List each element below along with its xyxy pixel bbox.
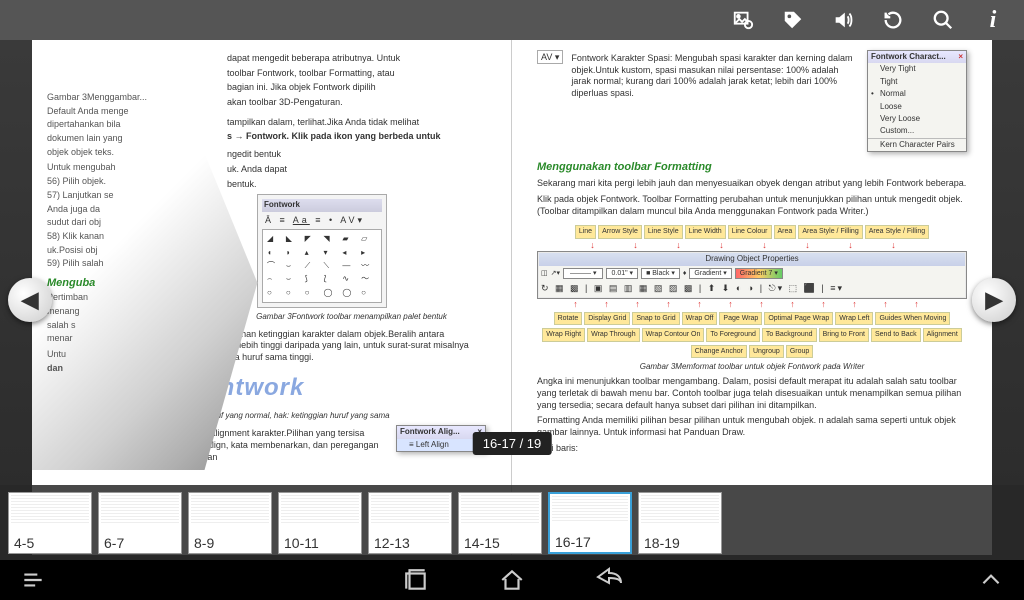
thumbnail[interactable]: 14-15 [458,492,542,554]
text: akan toolbar 3D-Pengaturan. [227,97,486,109]
text: bentuk. [227,179,486,191]
text: Formatting Anda memiliki pilihan besar p… [537,415,967,438]
heading: Menggunakan toolbar Formatting [537,160,967,174]
menu-item: Normal [868,88,966,100]
image-settings-icon[interactable] [727,4,759,36]
menu-item: Custom... [868,125,966,137]
drawing-properties-toolbar: Drawing Object Properties ◫↗▾ ——— ▾ 0.01… [537,251,967,298]
home-icon[interactable] [499,567,525,593]
figure-title: Fontwork [262,199,382,211]
popup-title: Fontwork Charact... [871,52,946,62]
menu-item: Left Align [416,440,449,449]
caption: Gambar 3Fontwork toolbar menampilkan pal… [217,312,486,322]
text: Angka ini menunjukkan toolbar mengambang… [537,376,967,411]
thumbnail[interactable]: 16-17 [548,492,632,554]
menu-item: Kern Character Pairs [868,138,966,151]
expand-up-icon[interactable] [978,567,1004,593]
popup-title: Fontwork Alig... [400,427,460,437]
thumbnail-strip[interactable]: 4-56-78-910-1112-1314-1516-1718-19 [0,485,1024,560]
menu-item: Loose [868,101,966,113]
thumbnail[interactable]: 12-13 [368,492,452,554]
prev-page-button[interactable]: ◀ [8,278,52,322]
rotate-icon[interactable] [877,4,909,36]
thumbnail[interactable]: 10-11 [278,492,362,554]
text: dapat mengedit beberapa atributnya. Untu… [227,53,486,65]
text: Fontwork Karakter Spasi: Mengubah spasi … [571,53,859,149]
text: uk. Anda dapat [227,164,486,176]
right-page: AV ▾ Fontwork Karakter Spasi: Mengubah s… [512,35,992,555]
search-icon[interactable] [927,4,959,36]
toolbar-diagram: LineArrow StyleLine StyleLine WidthLine … [537,223,967,358]
system-nav-bar [0,560,1024,600]
text: ngedit bentuk [227,149,486,161]
text: Klik pada objek Fontwork. Toolbar Format… [537,194,967,217]
text: bagian ini. Jika objek Fontwork dipilih [227,82,486,94]
thumbnail[interactable]: 4-5 [8,492,92,554]
back-icon[interactable] [595,567,621,593]
text: s → Fontwork. Klik pada ikon yang berbed… [227,131,441,141]
book-area: dapat mengedit beberapa atributnya. Untu… [0,40,1024,560]
top-toolbar: i [0,0,1024,40]
menu-item: Very Loose [868,113,966,125]
menu-item: Very Tight [868,63,966,75]
fontwork-toolbar-figure: Fontwork Ā ≡ Aa ≡ • AV▾ ◢◣◤◥▰▱ ◖◗▴▾◂▸ ⌒⌣… [257,194,387,308]
next-page-button[interactable]: ▶ [972,278,1016,322]
info-icon[interactable]: i [977,4,1009,36]
spacing-popup: Fontwork Charact...× Very Tight Tight No… [867,50,967,152]
thumbnail[interactable]: 18-19 [638,492,722,554]
toolbar-title: Drawing Object Properties [539,253,965,265]
tag-icon[interactable] [777,4,809,36]
thumbnail[interactable]: 8-9 [188,492,272,554]
menu-item: Tight [868,76,966,88]
caption: Gambar 3Memformat toolbar untuk objek Fo… [537,362,967,372]
recent-apps-icon[interactable] [403,567,429,593]
spacing-icon: AV ▾ [537,50,563,64]
volume-icon[interactable] [827,4,859,36]
text: Sekarang mari kita pergi lebih jauh dan … [537,178,967,190]
text: toolbar Fontwork, toolbar Formatting, at… [227,68,486,80]
text: opsi baris: [537,443,967,455]
menu-icon[interactable] [20,567,46,593]
page-indicator: 16-17 / 19 [473,432,552,455]
text: tampilkan dalam, terlihat.Jika Anda tida… [227,117,486,129]
thumbnail[interactable]: 6-7 [98,492,182,554]
